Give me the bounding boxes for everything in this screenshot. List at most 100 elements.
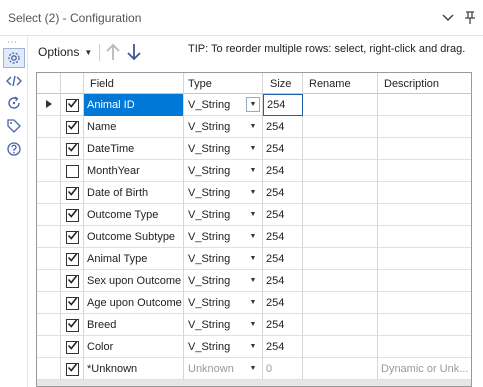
fields-grid[interactable]: Field Type Size Rename Description Anima…: [36, 72, 472, 387]
size-cell[interactable]: 254: [263, 270, 303, 292]
row-selector[interactable]: [37, 314, 61, 336]
row-selector[interactable]: [37, 336, 61, 358]
size-cell[interactable]: 254: [263, 248, 303, 270]
table-row[interactable]: Color V_String ▼ 254: [37, 336, 471, 358]
rename-cell[interactable]: [303, 94, 378, 116]
field-name-cell[interactable]: Date of Birth: [84, 182, 184, 204]
field-checkbox[interactable]: [65, 208, 79, 222]
type-dropdown-arrow-icon[interactable]: ▼: [246, 97, 260, 112]
description-cell[interactable]: [378, 160, 471, 182]
description-cell[interactable]: [378, 138, 471, 160]
tag-icon[interactable]: [5, 117, 23, 135]
table-row[interactable]: Outcome Type V_String ▼ 254: [37, 204, 471, 226]
collapse-chevron-icon[interactable]: [440, 9, 456, 27]
type-dropdown-arrow-icon[interactable]: ▼: [246, 295, 260, 310]
rename-cell[interactable]: [303, 116, 378, 138]
header-rename[interactable]: Rename: [303, 73, 378, 94]
field-checkbox[interactable]: [65, 318, 79, 332]
rename-cell[interactable]: [303, 336, 378, 358]
rename-cell[interactable]: [303, 358, 378, 380]
code-icon[interactable]: [5, 72, 23, 90]
field-checkbox[interactable]: [65, 362, 79, 376]
size-cell[interactable]: 254: [263, 182, 303, 204]
field-name-cell[interactable]: Age upon Outcome: [84, 292, 184, 314]
size-cell[interactable]: 254: [263, 138, 303, 160]
description-cell[interactable]: [378, 314, 471, 336]
table-row[interactable]: Animal ID V_String ▼ 254: [37, 94, 471, 116]
rename-cell[interactable]: [303, 138, 378, 160]
row-checkbox-cell[interactable]: [61, 248, 84, 270]
type-cell[interactable]: V_String ▼: [184, 270, 263, 292]
description-cell[interactable]: [378, 204, 471, 226]
description-cell[interactable]: [378, 94, 471, 116]
type-dropdown-arrow-icon[interactable]: ▼: [246, 185, 260, 200]
header-size[interactable]: Size: [263, 73, 303, 94]
field-name-cell[interactable]: Animal Type: [84, 248, 184, 270]
pin-icon[interactable]: [462, 9, 478, 27]
row-selector[interactable]: [37, 160, 61, 182]
field-name-cell[interactable]: Outcome Type: [84, 204, 184, 226]
field-name-cell[interactable]: Sex upon Outcome: [84, 270, 184, 292]
type-dropdown-arrow-icon[interactable]: ▼: [246, 119, 260, 134]
size-cell[interactable]: 254: [263, 336, 303, 358]
type-dropdown-arrow-icon[interactable]: ▼: [246, 317, 260, 332]
field-name-cell[interactable]: Breed: [84, 314, 184, 336]
field-checkbox[interactable]: [65, 98, 79, 112]
description-cell[interactable]: [378, 116, 471, 138]
field-checkbox[interactable]: [65, 340, 79, 354]
move-up-arrow-icon[interactable]: [104, 42, 122, 62]
type-dropdown-arrow-icon[interactable]: ▼: [246, 141, 260, 156]
type-dropdown-arrow-icon[interactable]: ▼: [246, 361, 260, 376]
type-cell[interactable]: V_String ▼: [184, 94, 263, 116]
size-cell[interactable]: 254: [263, 94, 303, 116]
size-cell[interactable]: 254: [263, 314, 303, 336]
description-cell[interactable]: [378, 248, 471, 270]
row-checkbox-cell[interactable]: [61, 94, 84, 116]
rename-cell[interactable]: [303, 270, 378, 292]
header-type[interactable]: Type: [184, 73, 263, 94]
type-cell[interactable]: V_String ▼: [184, 116, 263, 138]
size-cell[interactable]: 254: [263, 204, 303, 226]
field-checkbox[interactable]: [65, 274, 79, 288]
field-checkbox[interactable]: [65, 164, 79, 178]
field-name-cell[interactable]: DateTime: [84, 138, 184, 160]
row-checkbox-cell[interactable]: [61, 292, 84, 314]
description-cell[interactable]: [378, 292, 471, 314]
row-selector[interactable]: [37, 204, 61, 226]
field-name-cell[interactable]: Name: [84, 116, 184, 138]
row-checkbox-cell[interactable]: [61, 204, 84, 226]
size-cell[interactable]: 254: [263, 116, 303, 138]
table-row[interactable]: MonthYear V_String ▼ 254: [37, 160, 471, 182]
row-selector[interactable]: [37, 358, 61, 380]
rename-cell[interactable]: [303, 226, 378, 248]
header-field[interactable]: Field: [84, 73, 184, 94]
table-row[interactable]: Name V_String ▼ 254: [37, 116, 471, 138]
table-row[interactable]: Date of Birth V_String ▼ 254: [37, 182, 471, 204]
rename-cell[interactable]: [303, 314, 378, 336]
type-dropdown-arrow-icon[interactable]: ▼: [246, 163, 260, 178]
size-cell[interactable]: 0: [263, 358, 303, 380]
description-cell[interactable]: [378, 336, 471, 358]
table-row[interactable]: Animal Type V_String ▼ 254: [37, 248, 471, 270]
table-row[interactable]: Age upon Outcome V_String ▼ 254: [37, 292, 471, 314]
rename-cell[interactable]: [303, 204, 378, 226]
field-name-cell[interactable]: Outcome Subtype: [84, 226, 184, 248]
table-row[interactable]: Outcome Subtype V_String ▼ 254: [37, 226, 471, 248]
type-cell[interactable]: V_String ▼: [184, 336, 263, 358]
row-selector[interactable]: [37, 248, 61, 270]
gear-icon[interactable]: [3, 48, 25, 68]
field-name-cell[interactable]: MonthYear: [84, 160, 184, 182]
row-checkbox-cell[interactable]: [61, 226, 84, 248]
table-row[interactable]: *Unknown Unknown ▼ 0 Dynamic or Unk...: [37, 358, 471, 380]
row-selector[interactable]: [37, 226, 61, 248]
type-cell[interactable]: V_String ▼: [184, 292, 263, 314]
type-cell[interactable]: V_String ▼: [184, 314, 263, 336]
row-checkbox-cell[interactable]: [61, 358, 84, 380]
rename-cell[interactable]: [303, 248, 378, 270]
row-selector[interactable]: [37, 94, 61, 116]
field-name-cell[interactable]: Animal ID: [84, 94, 184, 116]
row-checkbox-cell[interactable]: [61, 160, 84, 182]
refresh-icon[interactable]: [5, 94, 23, 112]
row-selector[interactable]: [37, 182, 61, 204]
description-cell[interactable]: [378, 270, 471, 292]
